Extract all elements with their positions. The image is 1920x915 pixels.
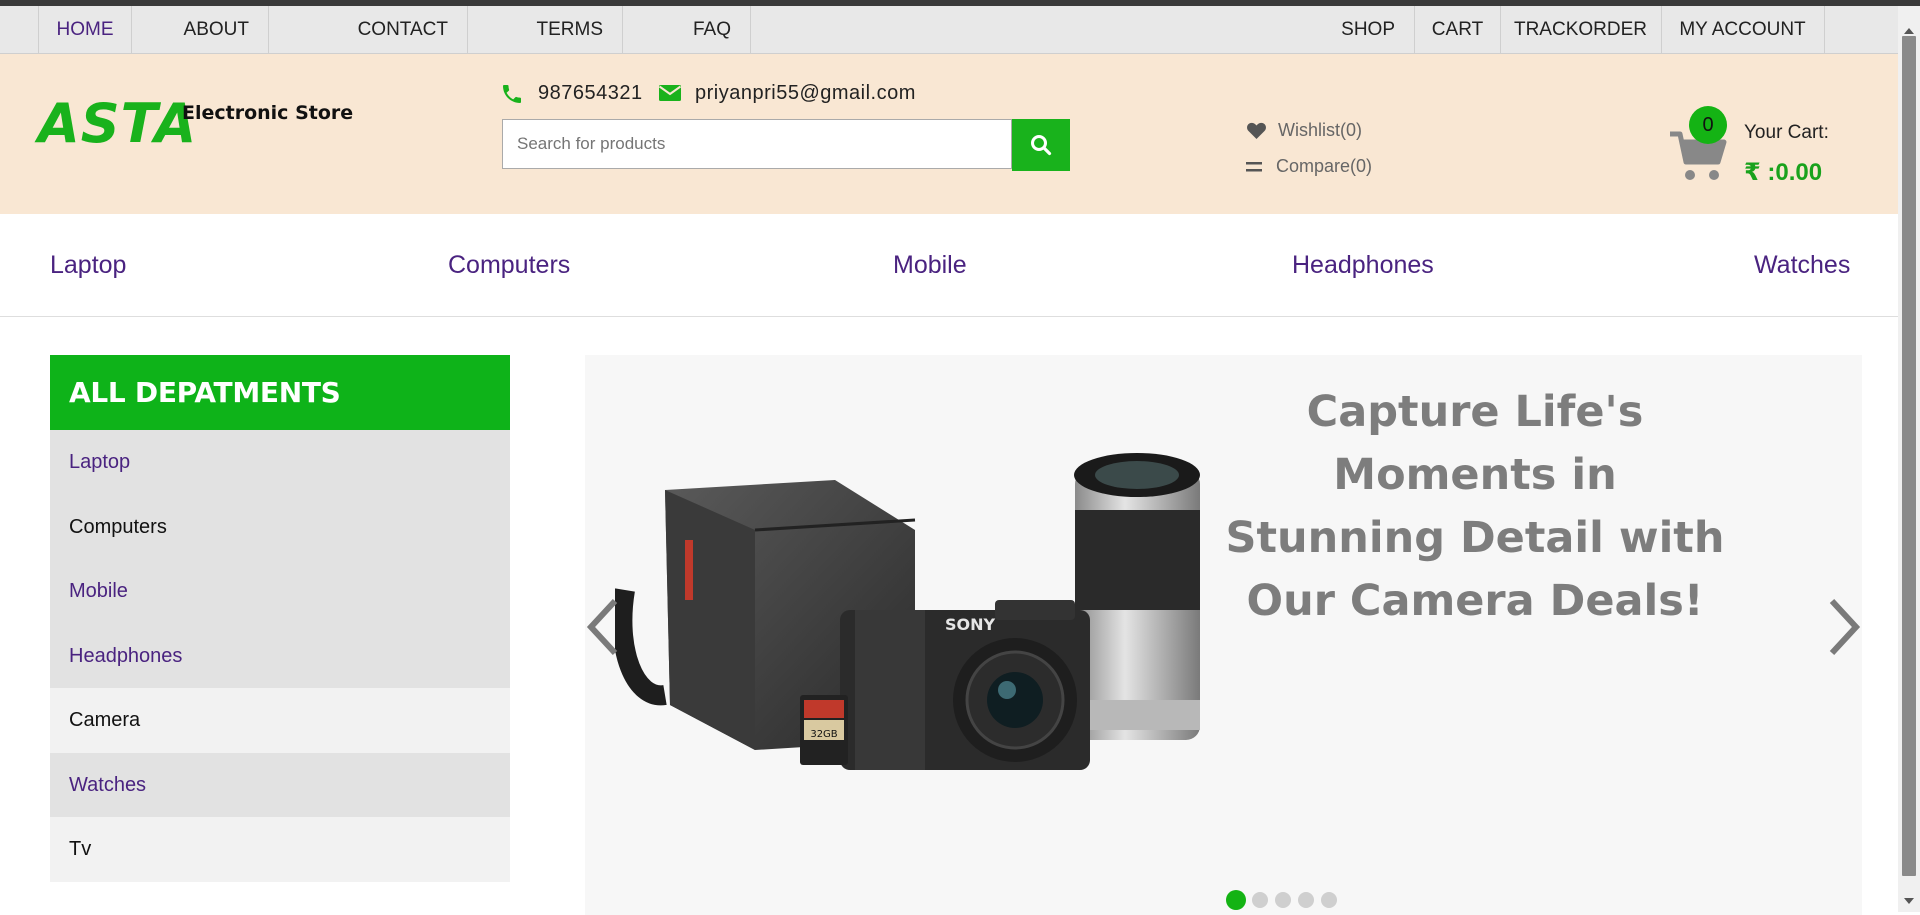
slider-dot-2[interactable] (1252, 892, 1268, 908)
slider-dot-4[interactable] (1298, 892, 1314, 908)
departments-sidebar: ALL DEPATMENTS Laptop Computers Mobile H… (50, 355, 510, 882)
chevron-left-icon (585, 598, 621, 661)
compare-label: Compare(0) (1276, 156, 1373, 176)
department-item-laptop[interactable]: Laptop (50, 430, 510, 495)
topnav-faq[interactable]: FAQ (623, 6, 751, 53)
compare-icon (1246, 159, 1264, 180)
search-button[interactable] (1012, 119, 1070, 171)
email-address[interactable]: priyanpri55@gmail.com (695, 82, 916, 105)
category-computers[interactable]: Computers (448, 251, 570, 280)
department-item-camera[interactable]: Camera (50, 688, 510, 753)
logo[interactable]: ASTA (38, 92, 197, 155)
department-item-headphones[interactable]: Headphones (50, 623, 510, 688)
topnav-trackorder[interactable]: TRACKORDER (1500, 6, 1662, 53)
heart-icon (1246, 121, 1267, 145)
topnav-home[interactable]: HOME (38, 6, 132, 53)
department-item-tv[interactable]: Tv (50, 817, 510, 882)
slide-image: SONY 32GB (612, 450, 1215, 790)
slider-prev-button[interactable] (585, 597, 621, 662)
department-item-mobile[interactable]: Mobile (50, 559, 510, 624)
search-box (502, 119, 1012, 169)
category-laptop[interactable]: Laptop (50, 251, 126, 280)
slider-dot-5[interactable] (1321, 892, 1337, 908)
phone-number[interactable]: 987654321 (538, 82, 643, 105)
slider-dot-1[interactable] (1226, 890, 1246, 910)
department-item-watches[interactable]: Watches (50, 752, 510, 817)
topnav-cart[interactable]: CART (1415, 6, 1501, 53)
slider-next-button[interactable] (1826, 597, 1862, 662)
topnav-terms[interactable]: TERMS (469, 6, 623, 53)
hero-slider: SONY 32GB Capture Life's Moments in Stun… (585, 355, 1862, 915)
wishlist-label: Wishlist(0) (1278, 120, 1362, 140)
topnav-contact[interactable]: CONTACT (289, 6, 468, 53)
logo-subtitle: Electronic Store (182, 102, 354, 124)
phone-icon (500, 82, 524, 112)
site-header: ASTA Electronic Store 987654321 priyanpr… (0, 54, 1898, 214)
cart-total: ₹ :0.00 (1744, 159, 1823, 186)
departments-title: ALL DEPATMENTS (50, 355, 510, 430)
topnav-my-account[interactable]: MY ACCOUNT (1661, 6, 1825, 53)
category-headphones[interactable]: Headphones (1292, 251, 1434, 280)
topnav-about[interactable]: ABOUT (131, 6, 269, 53)
topnav-shop[interactable]: SHOP (1327, 6, 1415, 53)
chevron-right-icon (1826, 598, 1862, 661)
cart-count-badge: 0 (1689, 106, 1727, 144)
svg-text:SONY: SONY (945, 615, 996, 634)
category-mobile[interactable]: Mobile (893, 251, 967, 280)
page-scrollbar[interactable] (1898, 6, 1920, 912)
cart-label: Your Cart: (1744, 122, 1829, 143)
scroll-down-arrow[interactable] (1898, 894, 1920, 908)
search-input[interactable] (503, 120, 1008, 168)
scrollbar-thumb[interactable] (1902, 36, 1916, 876)
department-item-computers[interactable]: Computers (50, 494, 510, 559)
search-icon (1030, 134, 1052, 161)
top-navigation-bar: HOME ABOUT CONTACT TERMS FAQ SHOP CART T… (0, 6, 1898, 54)
slide-headline: Capture Life's Moments in Stunning Detai… (1225, 387, 1725, 626)
slider-dot-3[interactable] (1275, 892, 1291, 908)
envelope-icon (658, 82, 682, 110)
category-watches[interactable]: Watches (1754, 251, 1850, 280)
sd-card-label: 32GB (810, 729, 837, 740)
category-bar: Laptop Computers Mobile Headphones Watch… (0, 214, 1898, 317)
